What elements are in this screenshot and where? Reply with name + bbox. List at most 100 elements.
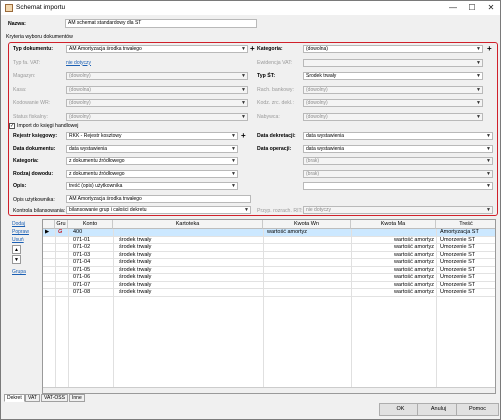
tab-vat[interactable]: VAT: [25, 394, 40, 402]
chevron-down-icon: ▼: [231, 170, 236, 177]
chevron-down-icon: ▼: [476, 73, 481, 79]
table-row[interactable]: 071-03 środek trwały wartość amortyz Umorze…: [43, 251, 495, 259]
nabywca-select[interactable]: (dowolny) ▼: [303, 112, 483, 121]
grupa-link[interactable]: Grupa: [12, 269, 26, 275]
minimize-button[interactable]: —: [446, 2, 460, 14]
kodowanie-wr-select[interactable]: (dowolny) ▼: [66, 99, 248, 107]
ok-button[interactable]: OK: [379, 403, 422, 416]
grid-header-kwota-wn[interactable]: Kwota Wn: [263, 220, 351, 229]
data-operacji-select[interactable]: data wystawienia ▼: [303, 144, 493, 153]
tab-vat-oss[interactable]: VAT-OSS: [41, 394, 68, 402]
typ-dokumentu-select[interactable]: AM Amortyzacja środka trwałego ▼: [66, 45, 248, 53]
help-button[interactable]: Pomoc: [456, 403, 499, 416]
kodz-zrc-dekl-select[interactable]: (dowolny) ▼: [303, 99, 483, 107]
cell-kwota-ma: wartość amortyz: [393, 266, 434, 273]
table-row[interactable]: 071-08 środek trwały wartość amortyz Umorze…: [43, 289, 495, 297]
grid-header-kwota-ma[interactable]: Kwota Ma: [351, 220, 436, 229]
field-select[interactable]: (brak) ▼: [303, 169, 493, 178]
opis-label: Opis:: [13, 183, 27, 189]
grid-header-konto[interactable]: Konto: [68, 220, 113, 229]
cell-konto: 071-05: [73, 266, 91, 273]
dekret-grid: Gru Konto Kartoteka Kwota Wn Kwota Ma Tr…: [42, 219, 496, 394]
data-dekretacji-select[interactable]: data wystawienia ▼: [303, 132, 493, 140]
table-row[interactable]: 071-01 środek trwały wartość amortyz Umorze…: [43, 236, 495, 244]
data-operacji-label: Data operacji:: [257, 145, 292, 152]
column-divider: [351, 229, 352, 387]
title-bar: Schemat importu — ☐ ✕: [1, 1, 500, 15]
cell-kwota-ma: wartość amortyz: [393, 274, 434, 280]
popraw-link[interactable]: Popraw: [12, 229, 29, 235]
cell-kartoteka: środek trwały: [119, 266, 152, 273]
kategoria-select[interactable]: (dowolna) ▼: [303, 45, 483, 53]
field-select[interactable]: ▼: [303, 182, 493, 190]
opis-select[interactable]: treść (opis) użytkownika ▼: [66, 182, 238, 190]
row-indicator-icon: ▶: [45, 229, 50, 235]
grid-header-kartoteka[interactable]: Kartoteka: [113, 220, 263, 229]
cell-kartoteka: środek trwały: [119, 274, 152, 280]
kategoria-select[interactable]: z dokumentu źródłowego ▼: [66, 157, 238, 165]
typ-fa-vat-link[interactable]: nie dotyczy: [66, 60, 91, 66]
grid-header-gru[interactable]: Gru: [55, 220, 68, 229]
import-checkbox[interactable]: ✓: [9, 123, 15, 129]
maximize-button[interactable]: ☐: [465, 2, 479, 14]
przyp-label: Przyp. rozrach. RIT:: [257, 208, 303, 214]
cell-kartoteka: środek trwały: [119, 244, 152, 250]
move-up-button[interactable]: ▲: [12, 245, 21, 254]
row-indicator-icon: [45, 274, 55, 281]
table-row[interactable]: 071-02 środek trwały wartość amortyz Umorze…: [43, 244, 495, 252]
cell-konto: 071-01: [73, 236, 91, 243]
table-row[interactable]: 071-05 środek trwały wartość amortyz Umorze…: [43, 266, 495, 274]
cell-kwota-ma: wartość amortyz: [393, 244, 434, 250]
tab-dekret[interactable]: Dekret: [4, 394, 25, 402]
tab-inne[interactable]: Inne: [69, 394, 85, 402]
status-fiskalny-select[interactable]: (dowolny) ▼: [66, 112, 248, 121]
ewidencja-vat-select[interactable]: ▼: [303, 58, 483, 67]
rach-bankowy-select[interactable]: (dowolny) ▼: [303, 85, 483, 94]
data-dokumentu-label: Data dokumentu:: [13, 145, 56, 152]
cell-konto: 071-02: [73, 244, 91, 250]
name-input[interactable]: AM schemat standardowy dla ŚT: [65, 19, 257, 28]
kategoria-add-button[interactable]: +: [487, 45, 492, 53]
data-dokumentu-select[interactable]: data wystawienia ▼: [66, 144, 238, 153]
opis-uzytkownika-label: Opis użytkownika:: [13, 197, 55, 203]
chevron-down-icon: ▼: [241, 46, 246, 52]
usun-link[interactable]: Usuń: [12, 237, 24, 243]
rejestr-ksiegowy-add-button[interactable]: +: [241, 132, 246, 140]
table-row[interactable]: 071-06 środek trwały wartość amortyz Umorze…: [43, 274, 495, 282]
column-divider: [68, 229, 69, 387]
name-label: Nazwa:: [8, 21, 26, 27]
chevron-down-icon: ▼: [231, 183, 236, 189]
typ-st-select[interactable]: Środek trwały ▼: [303, 72, 483, 80]
cell-kwota-wn: [267, 267, 351, 274]
przyp-select[interactable]: nie dotyczy ▼: [303, 206, 493, 214]
nabywca-label: Nabywca:: [257, 113, 280, 120]
typ-dokumentu-add-button[interactable]: +: [250, 45, 255, 53]
table-row[interactable]: 071-04 środek trwały wartość amortyz Umorze…: [43, 259, 495, 267]
cell-kwota-wn: [267, 259, 351, 266]
ewidencja-vat-label: Ewidencja VAT:: [257, 59, 293, 66]
kontrola-select[interactable]: bilansowanie grup i całości dekretu ▼: [66, 206, 251, 214]
cancel-button[interactable]: Anuluj: [417, 403, 460, 416]
table-row[interactable]: ▶ G 400 wartość amortyz Amortyzacja ŚT: [43, 229, 495, 237]
rodzaj-dowodu-select[interactable]: z dokumentu źródłowego ▼: [66, 169, 238, 178]
rach-bankowy-value: (dowolny): [306, 86, 328, 93]
kasa-select[interactable]: (dowolna) ▼: [66, 85, 248, 94]
magazyn-value: (dowolny): [69, 73, 91, 79]
magazyn-select[interactable]: (dowolny) ▼: [66, 72, 248, 80]
chevron-down-icon: ▼: [486, 145, 491, 152]
field-select[interactable]: (brak) ▼: [303, 157, 493, 165]
rejestr-ksiegowy-select[interactable]: RKK - Rejestr kosztowy ▼: [66, 132, 238, 140]
opis-uzytkownika-input[interactable]: AM Amortyzacja środka trwałego: [66, 195, 251, 203]
chevron-down-icon: ▼: [486, 207, 491, 213]
close-button[interactable]: ✕: [484, 2, 498, 14]
cell-konto: 071-03: [73, 251, 91, 258]
kasa-label: Kasa:: [13, 86, 27, 93]
typ-st-value: Środek trwały: [306, 73, 337, 79]
move-down-button[interactable]: ▼: [12, 255, 21, 264]
table-row[interactable]: 071-07 środek trwały wartość amortyz Umorze…: [43, 282, 495, 289]
grid-header-tresc[interactable]: Treść: [436, 220, 495, 229]
row-indicator-icon: [45, 237, 55, 244]
row-indicator-icon: [45, 252, 55, 259]
dodaj-link[interactable]: Dodaj: [12, 221, 25, 227]
horizontal-scrollbar[interactable]: [43, 387, 495, 393]
